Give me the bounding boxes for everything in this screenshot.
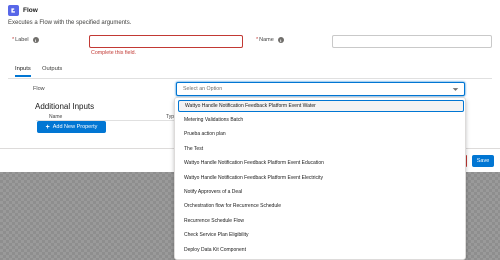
list-item[interactable]: Wattyo Handle Notification Feedback Plat… [178, 157, 464, 169]
name-input[interactable] [332, 35, 492, 48]
tab-inputs[interactable]: Inputs [15, 66, 31, 77]
label-field-label: * Label i [12, 37, 39, 43]
page-subtitle: Executes a Flow with the specified argum… [8, 20, 132, 26]
list-item[interactable]: Notify Approvers of a Deal [178, 186, 464, 198]
save-button[interactable]: Save [472, 155, 494, 167]
tab-outputs[interactable]: Outputs [42, 66, 62, 75]
header: Flow [8, 5, 38, 16]
list-item[interactable]: The Test [178, 143, 464, 155]
list-item[interactable]: Prueba action plan [178, 128, 464, 140]
list-item[interactable]: Recurrence Schedule Flow [178, 215, 464, 227]
flow-icon [8, 5, 19, 16]
list-item[interactable]: Metering Validations Batch [178, 114, 464, 126]
add-new-property-button[interactable]: + Add New Property [37, 121, 106, 133]
flow-combobox[interactable]: Select an Option [176, 82, 465, 96]
plus-icon: + [45, 123, 50, 131]
flow-label: Flow [33, 86, 45, 92]
list-item[interactable]: Deploy Data Kit Component [178, 244, 464, 256]
name-field-label: * Name i [256, 37, 284, 43]
list-item[interactable]: Wattyo Handle Notification Feedback Plat… [178, 100, 464, 112]
chevron-down-icon [452, 86, 459, 95]
label-error-message: Complete this field. [91, 50, 137, 56]
page-title: Flow [23, 7, 38, 14]
flow-placeholder: Select an Option [183, 86, 223, 92]
tab-bar: Inputs Outputs [8, 66, 492, 79]
list-item[interactable]: Orchestration flow for Recurrence Schedu… [178, 200, 464, 212]
label-input[interactable] [89, 35, 243, 48]
flow-options-listbox: Wattyo Handle Notification Feedback Plat… [174, 97, 466, 260]
list-item[interactable]: Check Service Plan Eligibility [178, 229, 464, 241]
info-icon[interactable]: i [32, 37, 39, 43]
additional-inputs-heading: Additional Inputs [35, 102, 95, 111]
info-icon[interactable]: i [277, 37, 284, 43]
list-item[interactable]: Wattyo Handle Notification Feedback Plat… [178, 172, 464, 184]
